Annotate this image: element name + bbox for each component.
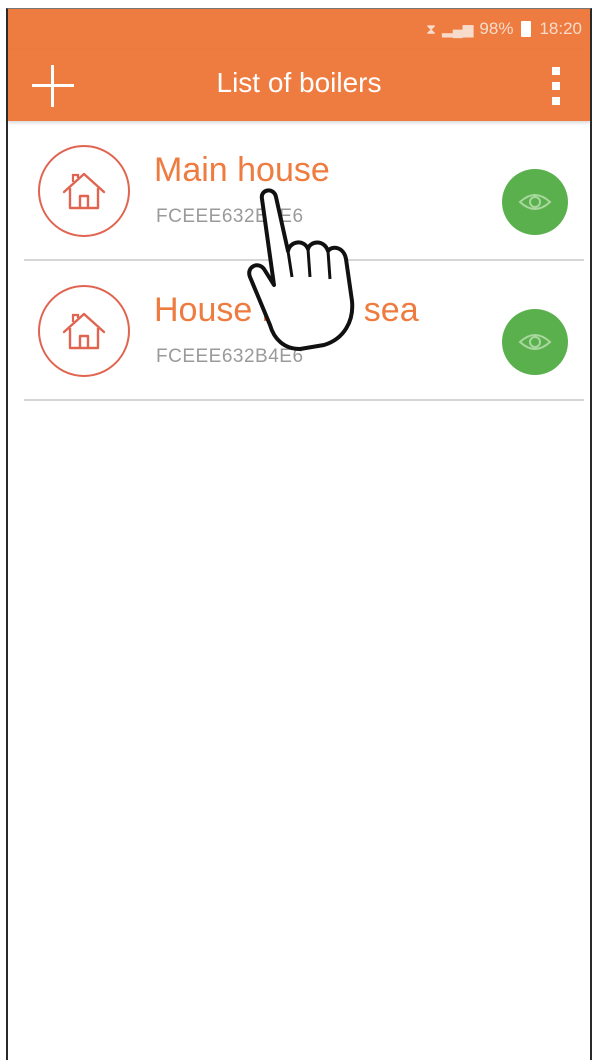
house-icon [38,145,130,237]
more-vertical-icon [548,67,564,105]
eye-icon [518,194,552,210]
phone-screen: ⧗ ▂▄▆ 98% 18:20 List of boilers Main hou… [6,8,592,1060]
house-icon [38,285,130,377]
boiler-serial: FCEEE632B4E6 [156,346,304,367]
battery-percent: 98% [479,19,514,38]
boiler-name: Main house [154,151,330,189]
list-item[interactable]: House by the sea FCEEE632B4E6 [8,261,590,401]
overflow-menu-button[interactable] [548,67,564,105]
divider [24,399,584,401]
status-bar: ⧗ ▂▄▆ 98% 18:20 [8,9,590,49]
list-item[interactable]: Main house FCEEE632B4E6 [8,121,590,261]
alarm-icon: ⧗ [426,20,436,37]
app-bar: List of boilers [8,49,590,121]
boiler-name: House by the sea [154,291,419,329]
boiler-list: Main house FCEEE632B4E6 House by the sea [8,121,590,401]
signal-icon: ▂▄▆ [441,20,474,37]
eye-icon [518,334,552,350]
view-boiler-button[interactable] [502,169,568,235]
clock: 18:20 [539,19,582,38]
battery-icon [521,21,532,37]
page-title: List of boilers [216,67,382,98]
view-boiler-button[interactable] [502,309,568,375]
boiler-serial: FCEEE632B4E6 [156,206,304,227]
